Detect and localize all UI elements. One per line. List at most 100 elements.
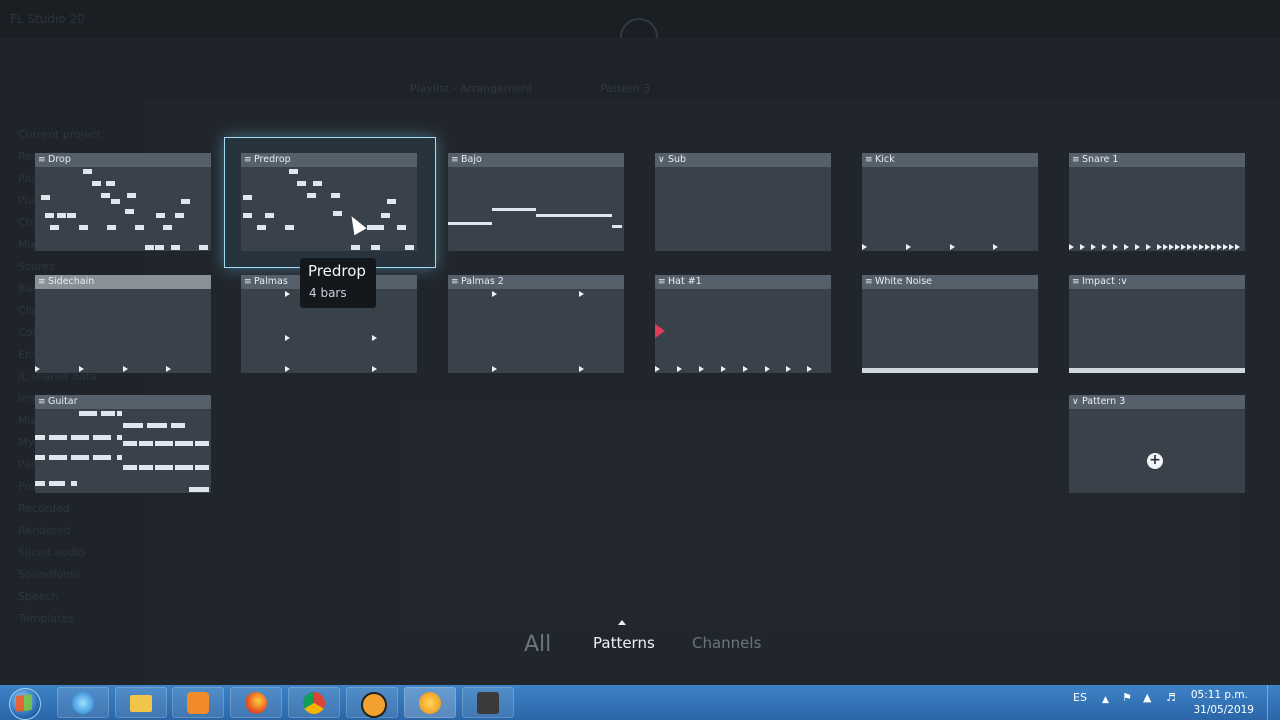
network-icon[interactable]: ▲ bbox=[1143, 691, 1151, 704]
pattern-card-palmas-2[interactable]: ≡ Palmas 2 bbox=[448, 275, 624, 373]
step-marker bbox=[1124, 244, 1129, 250]
pattern-preview bbox=[241, 167, 417, 251]
taskbar-app-firefox[interactable] bbox=[230, 687, 282, 718]
pattern-card-kick[interactable]: ≡ Kick bbox=[862, 153, 1038, 251]
note bbox=[243, 213, 252, 218]
pattern-name: Guitar bbox=[48, 396, 78, 407]
tab-patterns[interactable]: Patterns bbox=[593, 634, 655, 652]
step-marker bbox=[786, 366, 791, 372]
vlc-icon bbox=[361, 692, 387, 718]
pattern-card-guitar[interactable]: ≡ Guitar bbox=[35, 395, 211, 493]
note bbox=[135, 225, 144, 230]
step-marker bbox=[1169, 244, 1174, 250]
chrome-icon bbox=[303, 692, 325, 714]
pattern-card-sidechain[interactable]: ≡ Sidechain bbox=[35, 275, 211, 373]
step-marker bbox=[655, 366, 660, 372]
note bbox=[106, 181, 115, 186]
note bbox=[171, 423, 185, 428]
step-marker bbox=[950, 244, 955, 250]
note bbox=[71, 455, 89, 460]
note bbox=[125, 209, 134, 214]
note bbox=[448, 222, 492, 225]
step-marker bbox=[862, 244, 867, 250]
step-marker bbox=[1235, 244, 1240, 250]
step-marker bbox=[166, 366, 171, 372]
step-marker bbox=[765, 366, 770, 372]
start-button[interactable] bbox=[3, 686, 45, 720]
pattern-preview bbox=[448, 167, 624, 251]
note bbox=[405, 245, 414, 250]
step-marker bbox=[35, 366, 40, 372]
pattern-name: Kick bbox=[875, 154, 895, 165]
pattern-header: ≡ White Noise bbox=[862, 275, 1038, 289]
taskbar-app-other[interactable] bbox=[462, 687, 514, 718]
step-marker bbox=[721, 366, 726, 372]
note bbox=[175, 213, 184, 218]
step-marker bbox=[1175, 244, 1180, 250]
pattern-card-drop[interactable]: ≡ Drop bbox=[35, 153, 211, 251]
pattern-name: Predrop bbox=[254, 154, 291, 165]
sustained-note bbox=[1069, 368, 1245, 373]
pattern-header: ≡ Impact :v bbox=[1069, 275, 1245, 289]
step-marker bbox=[579, 366, 584, 372]
language-indicator[interactable]: ES bbox=[1073, 691, 1087, 704]
pattern-name: White Noise bbox=[875, 276, 932, 287]
taskbar-app-ie[interactable] bbox=[57, 687, 109, 718]
pattern-card-pattern-3[interactable]: ∨ Pattern 3 + bbox=[1069, 395, 1245, 493]
show-hidden-icons-icon[interactable]: ▲ bbox=[1102, 695, 1109, 705]
pattern-header: ∨ Sub bbox=[655, 153, 831, 167]
pattern-preview bbox=[448, 289, 624, 373]
pattern-tooltip: Predrop 4 bars bbox=[300, 258, 376, 308]
pattern-card-snare-1[interactable]: ≡ Snare 1 bbox=[1069, 153, 1245, 251]
pattern-name: Palmas 2 bbox=[461, 276, 504, 287]
note bbox=[171, 245, 180, 250]
step-marker bbox=[1113, 244, 1118, 250]
step-marker bbox=[372, 335, 377, 341]
add-pattern-icon[interactable]: + bbox=[1147, 453, 1163, 469]
note bbox=[397, 225, 406, 230]
tab-channels[interactable]: Channels bbox=[692, 634, 761, 652]
note bbox=[313, 181, 322, 186]
note bbox=[35, 481, 45, 486]
note bbox=[117, 411, 122, 416]
note bbox=[285, 225, 294, 230]
note bbox=[155, 465, 173, 470]
pattern-header: ≡ Hat #1 bbox=[655, 275, 831, 289]
note bbox=[289, 169, 298, 174]
note bbox=[147, 423, 167, 428]
note bbox=[101, 411, 115, 416]
note bbox=[387, 199, 396, 204]
taskbar-app-fl-studio[interactable] bbox=[404, 687, 456, 718]
clock-date[interactable]: 31/05/2019 bbox=[1193, 704, 1254, 716]
clock-time[interactable]: 05:11 p.m. bbox=[1191, 689, 1248, 701]
note bbox=[333, 211, 342, 216]
note bbox=[49, 455, 67, 460]
step-marker bbox=[699, 366, 704, 372]
note bbox=[117, 455, 122, 460]
pattern-name: Sub bbox=[668, 154, 687, 165]
note bbox=[71, 481, 77, 486]
taskbar-app-vlc[interactable] bbox=[346, 687, 398, 718]
taskbar-app-chrome[interactable] bbox=[288, 687, 340, 718]
taskbar-app-explorer[interactable] bbox=[115, 687, 167, 718]
note bbox=[107, 225, 116, 230]
note bbox=[195, 465, 209, 470]
pattern-card-predrop[interactable]: ≡ Predrop bbox=[241, 153, 417, 251]
tab-all[interactable]: All bbox=[524, 632, 551, 657]
note bbox=[331, 193, 340, 198]
note bbox=[49, 435, 67, 440]
pattern-card-white-noise[interactable]: ≡ White Noise bbox=[862, 275, 1038, 373]
action-center-flag-icon[interactable]: ⚑ bbox=[1122, 691, 1132, 704]
show-desktop-button[interactable] bbox=[1267, 685, 1280, 720]
pattern-card-sub[interactable]: ∨ Sub bbox=[655, 153, 831, 251]
pattern-card-hat-1[interactable]: ≡ Hat #1 bbox=[655, 275, 831, 373]
step-marker bbox=[1181, 244, 1186, 250]
taskbar-app-media-player[interactable] bbox=[172, 687, 224, 718]
pattern-preview bbox=[35, 167, 211, 251]
pattern-card-bajo[interactable]: ≡ Bajo bbox=[448, 153, 624, 251]
volume-icon[interactable]: ♬ bbox=[1166, 691, 1176, 704]
pattern-name: Impact :v bbox=[1082, 276, 1127, 287]
step-marker bbox=[677, 366, 682, 372]
pattern-header: ≡ Bajo bbox=[448, 153, 624, 167]
pattern-card-impact[interactable]: ≡ Impact :v bbox=[1069, 275, 1245, 373]
